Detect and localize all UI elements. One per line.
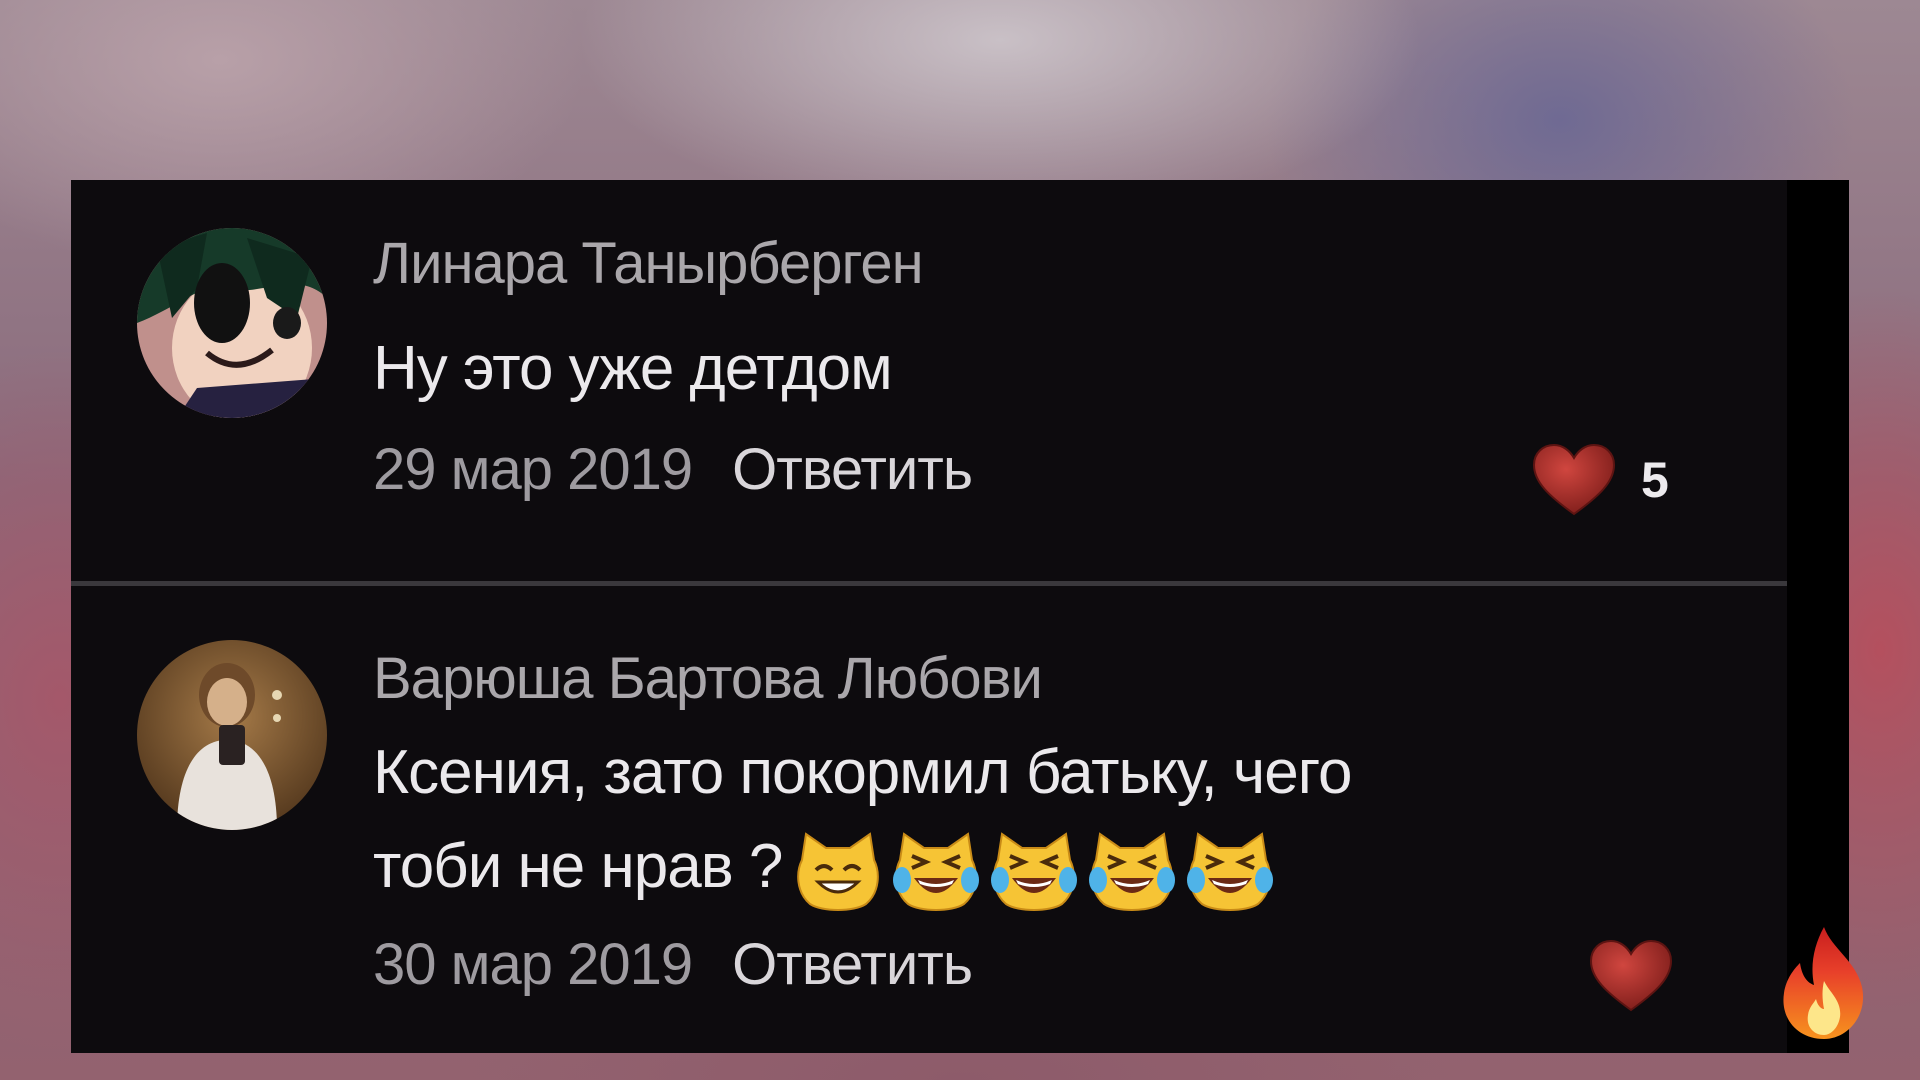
comment-date: 30 мар 2019	[373, 932, 693, 997]
tears-of-joy-cat-emoji-icon	[893, 831, 980, 911]
fire-icon	[1783, 927, 1864, 1039]
heart-icon	[1532, 443, 1616, 516]
comment-text: Ксения, зато покормил батьку, чего тоби …	[373, 726, 1352, 914]
comment-author[interactable]: Линара Танырберген	[373, 230, 924, 297]
comments-panel: Линара Танырберген Ну это уже детдом 29 …	[71, 180, 1849, 1053]
emoji-row	[792, 830, 1276, 912]
tears-of-joy-cat-emoji-icon	[1089, 831, 1176, 911]
comment-meta: 30 мар 2019 Ответить	[373, 931, 973, 998]
comment-text-line: Ксения, зато покормил батьку, чего	[373, 738, 1352, 807]
avatar[interactable]	[137, 228, 327, 418]
comment-author[interactable]: Варюша Бартова Любови	[373, 645, 1043, 712]
comment-meta: 29 мар 2019 Ответить	[373, 436, 973, 503]
like-button[interactable]	[1588, 938, 1674, 1014]
comment-text-line-with-emoji: тоби не нрав ?	[373, 820, 1351, 914]
comment-item: Варюша Бартова Любови Ксения, зато покор…	[71, 586, 1787, 1053]
like-count: 5	[1641, 452, 1669, 508]
tears-of-joy-cat-emoji-icon	[1187, 831, 1274, 911]
comment-date: 29 мар 2019	[373, 437, 693, 502]
tears-of-joy-cat-emoji-icon	[991, 831, 1078, 911]
comment-text: Ну это уже детдом	[373, 334, 893, 403]
heart-icon	[1589, 939, 1673, 1012]
comment-item: Линара Танырберген Ну это уже детдом 29 …	[71, 180, 1787, 581]
like-button[interactable]: 5	[1531, 442, 1669, 518]
avatar[interactable]	[137, 640, 327, 830]
comment-text-line: тоби не нрав ?	[373, 832, 783, 901]
smiling-cat-emoji-icon	[797, 831, 880, 911]
reply-button[interactable]: Ответить	[732, 932, 973, 997]
reply-button[interactable]: Ответить	[732, 437, 973, 502]
